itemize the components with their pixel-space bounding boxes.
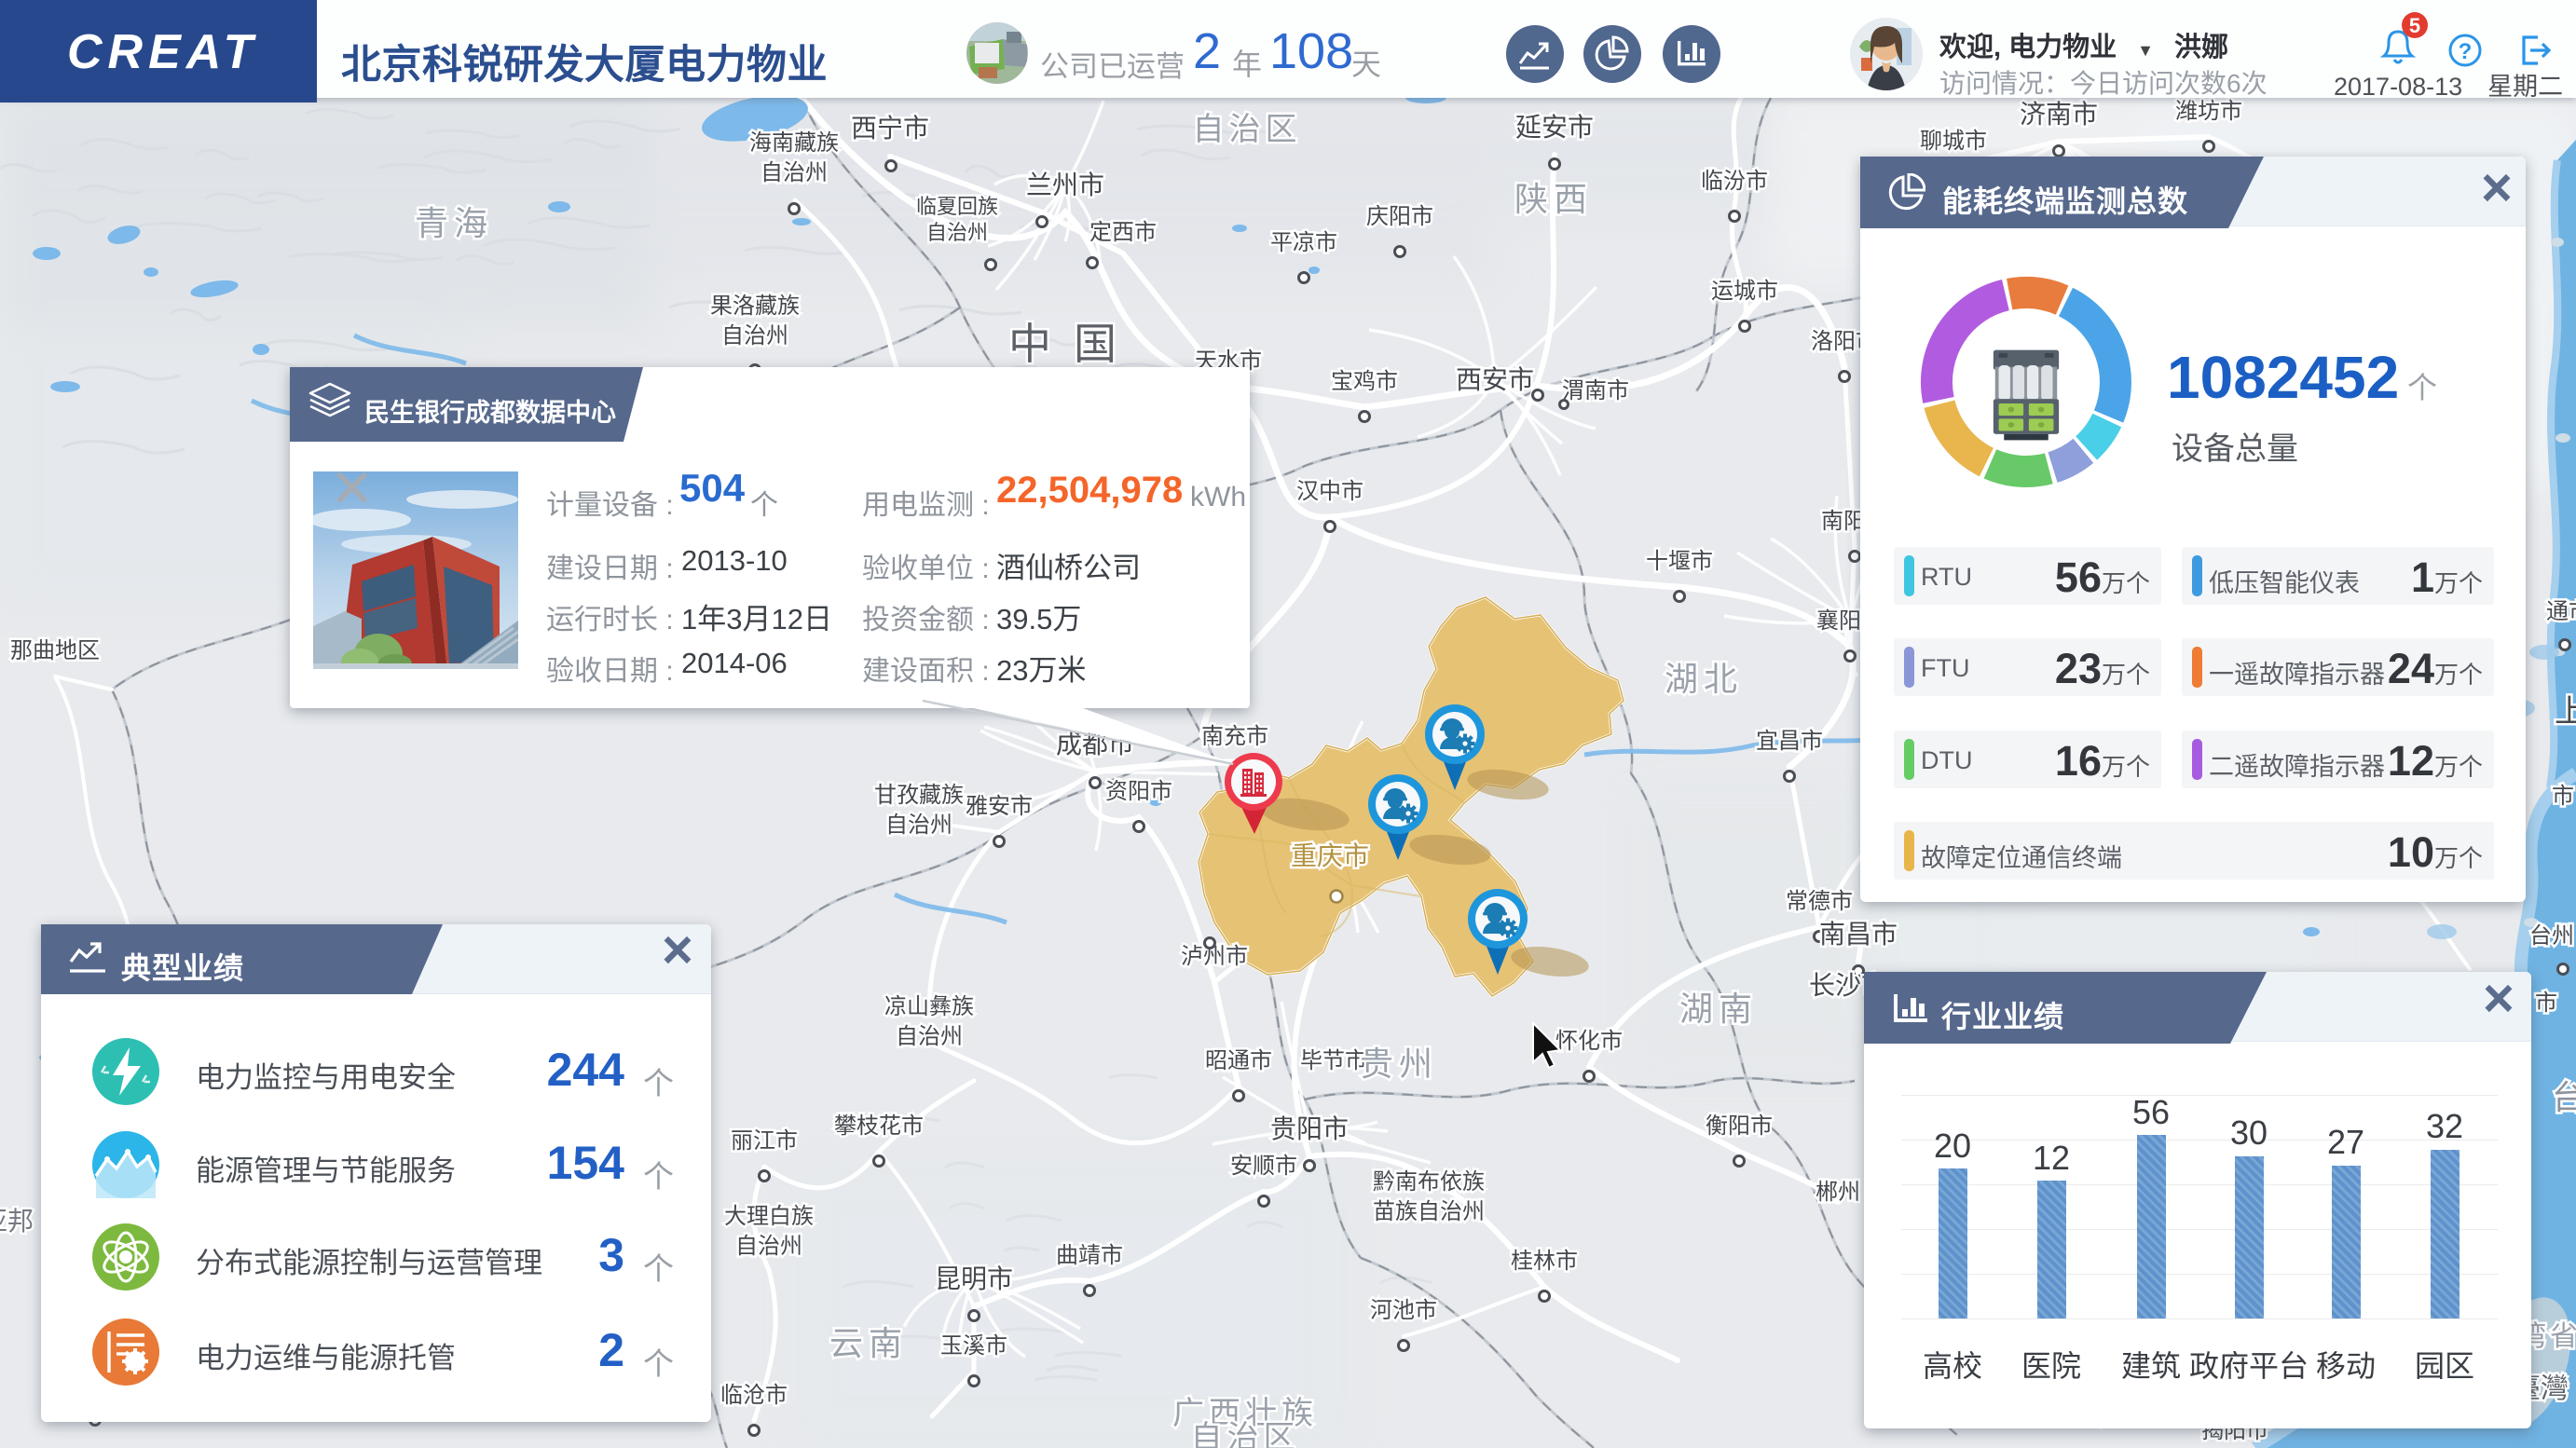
svg-text:那曲地区: 那曲地区	[10, 638, 100, 663]
svg-text:南昌市: 南昌市	[1819, 920, 1898, 949]
svg-text:自治州: 自治州	[760, 160, 828, 185]
svg-text:宜昌市: 宜昌市	[1756, 729, 1823, 754]
svg-text:自治州: 自治州	[896, 1024, 963, 1049]
svg-text:聊城市: 聊城市	[1920, 129, 1987, 154]
svg-text:渭南市: 渭南市	[1562, 378, 1629, 403]
svg-text:自治州: 自治州	[926, 221, 988, 244]
svg-text:自治州: 自治州	[721, 323, 788, 348]
svg-text:延安市: 延安市	[1515, 113, 1594, 142]
svg-text:汉中市: 汉中市	[1296, 479, 1363, 504]
svg-text:常德市: 常德市	[1786, 889, 1853, 914]
svg-text:陕西: 陕西	[1514, 180, 1593, 218]
svg-text:上: 上	[2555, 694, 2576, 730]
svg-text:临夏回族: 临夏回族	[916, 195, 998, 218]
svg-text:运城市: 运城市	[1711, 279, 1778, 304]
svg-text:临沧市: 临沧市	[720, 1383, 788, 1408]
svg-text:海南藏族: 海南藏族	[749, 130, 839, 156]
svg-text:凉山彝族: 凉山彝族	[884, 994, 974, 1019]
svg-text:定西市: 定西市	[1089, 220, 1157, 245]
svg-text:河池市: 河池市	[1370, 1298, 1437, 1323]
svg-text:自治州: 自治州	[735, 1234, 802, 1259]
svg-text:自治区: 自治区	[1193, 112, 1302, 147]
svg-text:郴州: 郴州	[1816, 1180, 1860, 1205]
svg-text:兰州市: 兰州市	[1026, 171, 1104, 199]
svg-text:大理白族: 大理白族	[724, 1204, 814, 1229]
svg-text:湖北: 湖北	[1665, 660, 1743, 698]
svg-text:泸州市: 泸州市	[1181, 944, 1248, 969]
svg-text:怀化市: 怀化市	[1555, 1029, 1623, 1054]
svg-text:庆阳市: 庆阳市	[1366, 204, 1433, 229]
svg-text:临汾市: 临汾市	[1701, 169, 1768, 194]
svg-text:安顺市: 安顺市	[1230, 1154, 1297, 1179]
svg-text:宝鸡市: 宝鸡市	[1331, 369, 1398, 394]
svg-text:通市: 通市	[2546, 599, 2576, 624]
svg-text:桂林市: 桂林市	[1511, 1249, 1578, 1274]
svg-text:市: 市	[2535, 990, 2557, 1016]
svg-text:台: 台	[2552, 1078, 2576, 1116]
svg-text:丽江市: 丽江市	[731, 1128, 798, 1154]
svg-text:市: 市	[2552, 784, 2574, 809]
svg-text:湖南: 湖南	[1679, 990, 1758, 1028]
svg-text:毕节市: 毕节市	[1300, 1048, 1367, 1073]
svg-text:台州: 台州	[2529, 923, 2574, 949]
svg-text:5: 5	[2409, 14, 2420, 37]
svg-text:青海: 青海	[415, 204, 493, 242]
svg-text:平凉市: 平凉市	[1270, 230, 1337, 255]
svg-text:西安市: 西安市	[1456, 365, 1534, 394]
svg-text:昭通市: 昭通市	[1205, 1048, 1272, 1073]
svg-text:潍坊市: 潍坊市	[2175, 99, 2242, 124]
svg-text:亚邦: 亚邦	[0, 1207, 34, 1236]
svg-text:果洛藏族: 果洛藏族	[710, 294, 800, 319]
svg-text:贵阳市: 贵阳市	[1270, 1114, 1349, 1143]
svg-text:衡阳市: 衡阳市	[1706, 1113, 1773, 1139]
svg-text:曲靖市: 曲靖市	[1056, 1243, 1123, 1268]
svg-text:攀枝花市: 攀枝花市	[834, 1113, 924, 1139]
svg-text:贵州: 贵州	[1360, 1045, 1438, 1083]
svg-text:苗族自治州: 苗族自治州	[1373, 1199, 1485, 1224]
svg-text:云南: 云南	[829, 1324, 908, 1362]
svg-text:济南市: 济南市	[2020, 100, 2098, 129]
svg-text:昆明市: 昆明市	[935, 1264, 1013, 1293]
svg-text:十堰市: 十堰市	[1646, 549, 1713, 574]
svg-text:?: ?	[2459, 39, 2473, 64]
svg-text:西宁市: 西宁市	[851, 114, 929, 143]
svg-text:黔南布依族: 黔南布依族	[1373, 1169, 1485, 1195]
svg-text:重庆市: 重庆市	[1291, 841, 1369, 870]
svg-text:玉溪市: 玉溪市	[940, 1333, 1007, 1359]
svg-text:自治区: 自治区	[1191, 1420, 1300, 1448]
